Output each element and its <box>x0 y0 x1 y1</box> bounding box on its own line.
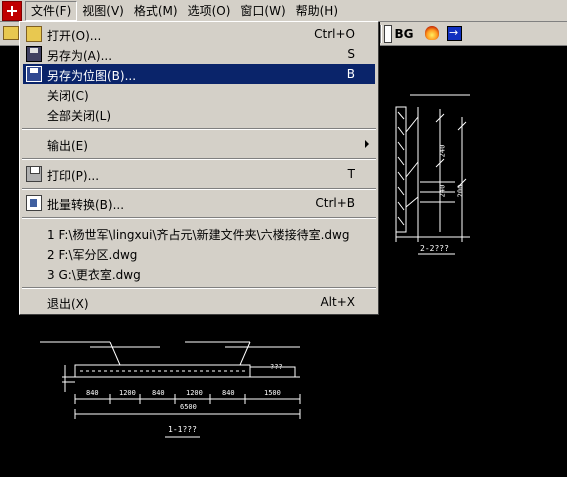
menu-item-label: 另存为位图(B)... <box>47 69 137 83</box>
recent-file-label: 1 F:\杨世军\lingxui\齐占元\新建文件夹\六楼接待室.dwg <box>47 228 350 242</box>
exit-icon[interactable] <box>444 24 464 44</box>
section-label-right: 2-2??? <box>420 244 449 253</box>
recent-file-3[interactable]: 3 G:\更衣室.dwg <box>23 263 375 283</box>
menu-help[interactable]: 帮助(H) <box>291 1 343 21</box>
menu-item-shortcut: B <box>346 67 355 81</box>
menu-item-label: 全部关闭(L) <box>47 109 112 123</box>
dim-vertical-1: 240 <box>438 144 447 158</box>
menu-item-save-as[interactable]: 另存为(A)... S <box>23 44 375 64</box>
menu-bar: 文件(F) 视图(V) 格式(M) 选项(O) 窗口(W) 帮助(H) <box>0 0 567 22</box>
menu-separator <box>22 128 376 130</box>
menu-file[interactable]: 文件(F) <box>25 0 78 21</box>
menu-item-shortcut: Ctrl+B <box>315 196 355 210</box>
menu-item-label: 打印(P)... <box>47 169 100 183</box>
dim-label-5: 840 <box>222 389 235 397</box>
menu-separator <box>22 217 376 219</box>
menu-item-batch-convert[interactable]: 批量转换(B)... Ctrl+B <box>23 193 375 213</box>
menu-item-shortcut: S <box>347 47 355 61</box>
printer-icon <box>26 166 42 182</box>
recent-file-1[interactable]: 1 F:\杨世军\lingxui\齐占元\新建文件夹\六楼接待室.dwg <box>23 223 375 243</box>
menu-view[interactable]: 视图(V) <box>77 1 129 21</box>
menu-format[interactable]: 格式(M) <box>129 1 183 21</box>
dim-vertical-3: 200 <box>456 184 465 198</box>
menu-window[interactable]: 窗口(W) <box>235 1 290 21</box>
dim-vertical-2: 240 <box>438 184 447 198</box>
save-disk-icon <box>26 46 42 62</box>
white-square-icon[interactable] <box>384 25 392 43</box>
menu-options[interactable]: 选项(O) <box>183 1 236 21</box>
fire-icon[interactable] <box>422 24 442 44</box>
submenu-arrow-icon <box>365 140 369 148</box>
menu-item-output[interactable]: 输出(E) <box>23 134 375 154</box>
menu-item-shortcut: T <box>347 167 355 181</box>
file-menu-dropdown: 打开(O)... Ctrl+O 另存为(A)... S 另存为位图(B)... … <box>19 21 379 315</box>
app-logo-icon[interactable] <box>2 0 22 21</box>
dim-label-4: 1200 <box>186 389 203 397</box>
menu-item-label: 退出(X) <box>47 297 89 311</box>
background-button[interactable]: BG <box>392 24 416 44</box>
menu-separator <box>22 287 376 289</box>
side-text-annotation: ??? <box>270 363 283 371</box>
menu-separator <box>22 188 376 190</box>
toolbar-separator <box>380 25 382 43</box>
menu-item-label: 另存为(A)... <box>47 49 113 63</box>
open-folder-icon[interactable] <box>3 26 19 40</box>
menu-item-save-as-bitmap[interactable]: 另存为位图(B)... B <box>23 64 375 84</box>
menu-item-label: 批量转换(B)... <box>47 198 125 212</box>
recent-file-label: 3 G:\更衣室.dwg <box>47 268 141 282</box>
open-folder-icon <box>26 26 42 42</box>
batch-convert-icon <box>26 195 42 211</box>
recent-file-label: 2 F:\军分区.dwg <box>47 248 138 262</box>
menu-item-shortcut: Ctrl+O <box>314 27 355 41</box>
dim-total-label: 6500 <box>180 403 197 411</box>
menu-item-label: 关闭(C) <box>47 89 89 103</box>
menu-separator <box>22 158 376 160</box>
menu-item-label: 打开(O)... <box>47 29 102 43</box>
recent-file-2[interactable]: 2 F:\军分区.dwg <box>23 243 375 263</box>
dim-label-2: 1200 <box>119 389 136 397</box>
section-label-bottom: 1-1??? <box>168 425 197 434</box>
menu-item-print[interactable]: 打印(P)... T <box>23 164 375 184</box>
menu-item-open[interactable]: 打开(O)... Ctrl+O <box>23 24 375 44</box>
menu-item-close[interactable]: 关闭(C) <box>23 84 375 104</box>
menu-item-exit[interactable]: 退出(X) Alt+X <box>23 292 375 312</box>
dim-label-6: 1500 <box>264 389 281 397</box>
dim-label-3: 840 <box>152 389 165 397</box>
menu-item-label: 输出(E) <box>47 139 88 153</box>
save-bitmap-icon <box>26 66 42 82</box>
menu-item-close-all[interactable]: 全部关闭(L) <box>23 104 375 124</box>
dim-label-1: 840 <box>86 389 99 397</box>
menu-item-shortcut: Alt+X <box>320 295 355 309</box>
